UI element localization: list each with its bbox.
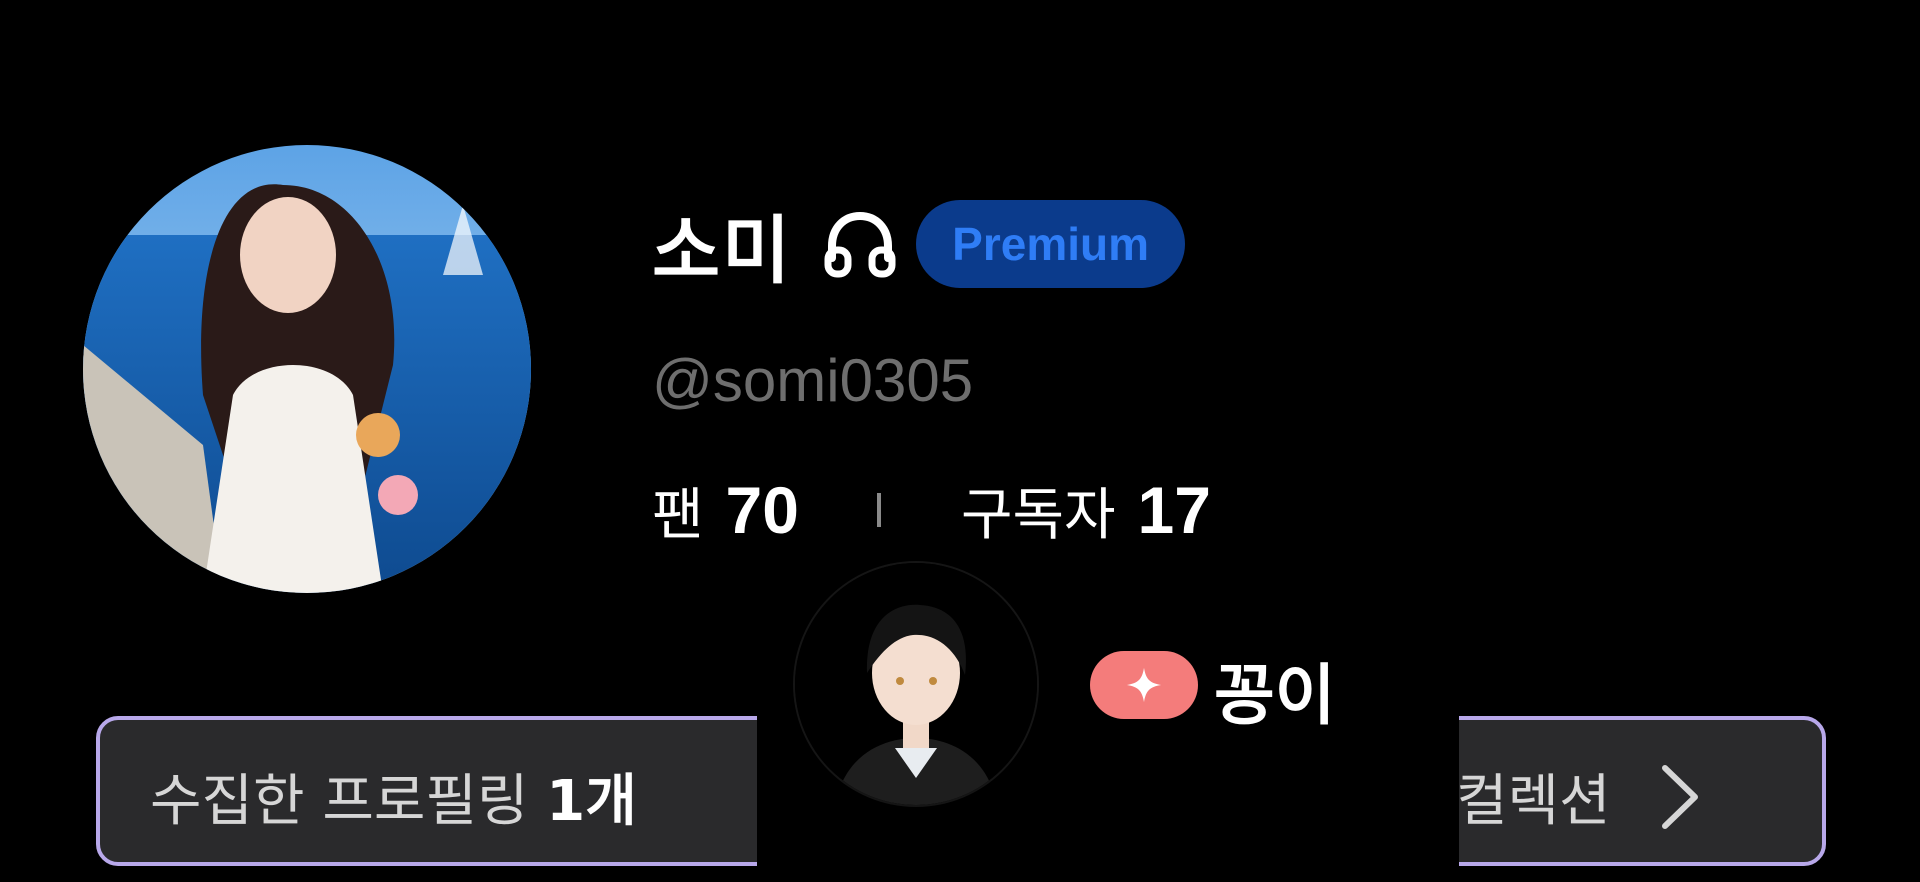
collected-count: 1개	[546, 769, 637, 834]
fans-count[interactable]: 70	[726, 472, 799, 548]
subscribers-label[interactable]: 구독자	[961, 470, 1116, 551]
follower-avatar[interactable]	[795, 563, 1037, 805]
profile-page: 소미 Premium @somi0305 팬 70 구독자 17 수집한 프로필…	[0, 0, 1920, 882]
follower-avatar-illustration	[795, 563, 1037, 805]
fans-label[interactable]: 팬	[652, 470, 704, 551]
profile-name: 소미	[652, 207, 793, 294]
subscribers-count[interactable]: 17	[1138, 472, 1211, 548]
headphone-icon	[818, 202, 902, 286]
stats-divider	[876, 493, 881, 527]
sparkle-icon	[1126, 667, 1162, 703]
profile-avatar[interactable]	[83, 145, 531, 593]
profile-photo-illustration	[83, 145, 531, 593]
premium-badge: Premium	[916, 200, 1186, 288]
collection-link-label: 컬렉션	[1456, 769, 1611, 834]
profile-handle: @somi0305	[652, 347, 974, 414]
follower-name[interactable]: 꽁이	[1214, 642, 1335, 738]
profile-stats: 팬 70 구독자 17	[652, 470, 1211, 550]
collected-profiling-text: 수집한 프로필링 1개	[150, 756, 637, 837]
profile-name-row: 소미 Premium	[652, 196, 1186, 294]
collection-link[interactable]: 컬렉션	[1456, 756, 1705, 837]
collected-prefix: 수집한 프로필링	[150, 769, 529, 834]
chevron-right-icon	[1661, 764, 1698, 829]
sparkle-badge	[1090, 651, 1198, 719]
